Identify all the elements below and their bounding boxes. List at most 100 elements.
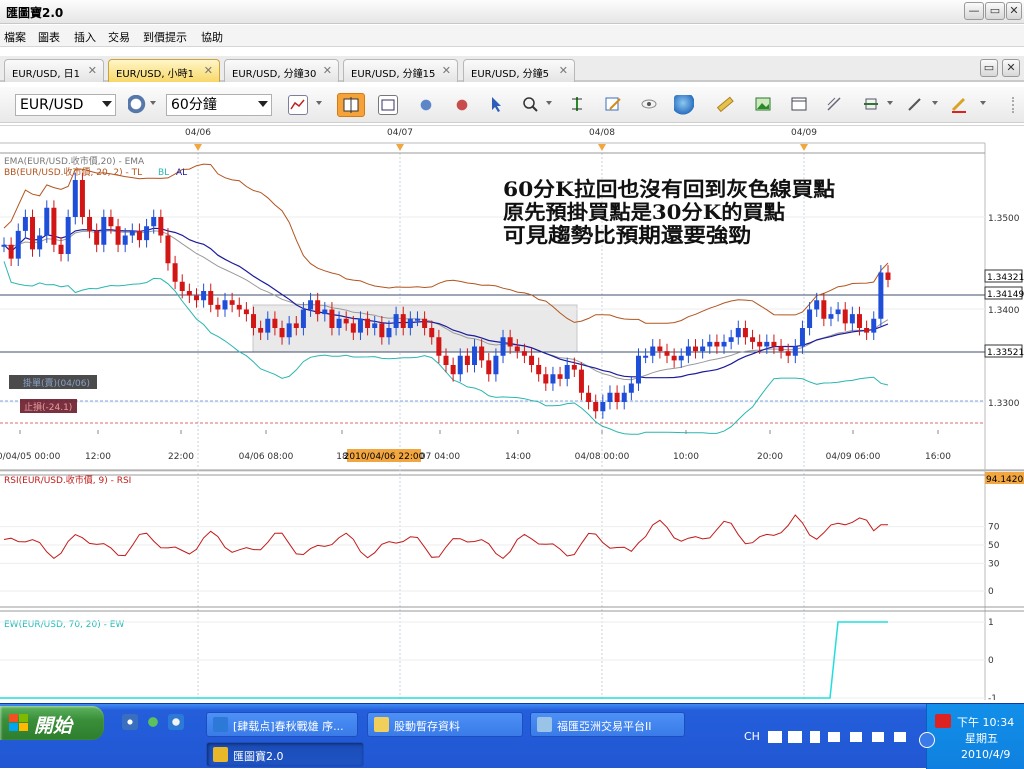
close-tab-icon[interactable]: ✕ bbox=[88, 64, 97, 77]
candle-up bbox=[764, 341, 770, 347]
bar-chart-icon[interactable] bbox=[337, 93, 365, 117]
candle-down bbox=[464, 355, 470, 365]
ruler-icon[interactable] bbox=[716, 95, 736, 115]
chart-type-icon[interactable] bbox=[288, 95, 308, 115]
ew-tick: 0 bbox=[988, 656, 994, 666]
window-chart-icon[interactable] bbox=[790, 95, 810, 115]
close-tab-icon[interactable]: ✕ bbox=[204, 64, 213, 77]
chevron-down-icon[interactable] bbox=[932, 101, 938, 105]
close-button[interactable]: ✕ bbox=[1006, 2, 1022, 20]
restore-button[interactable]: ▭ bbox=[985, 2, 1005, 20]
chevron-down-icon[interactable] bbox=[546, 101, 552, 105]
candle-up bbox=[44, 207, 50, 236]
tab-eurusd-m15[interactable]: EUR/USD, 分鐘15 ✕ bbox=[343, 59, 458, 82]
ie-quicklaunch-icon[interactable] bbox=[168, 714, 184, 730]
menu-file[interactable]: 檔案 bbox=[4, 29, 26, 45]
menu-bar: 檔案 圖表 插入 交易 到價提示 協助 bbox=[0, 25, 1024, 47]
chevron-down-icon[interactable] bbox=[316, 101, 322, 105]
candle-up bbox=[151, 217, 157, 227]
clock-date: 2010/4/9 bbox=[961, 748, 1011, 761]
globe-icon[interactable] bbox=[674, 95, 694, 115]
candle-down bbox=[115, 226, 121, 245]
period-value: 60分鐘 bbox=[171, 97, 217, 113]
windows-logo-icon bbox=[9, 714, 28, 731]
candle-down bbox=[94, 230, 100, 245]
candle-down bbox=[885, 272, 891, 280]
candle-down bbox=[614, 392, 620, 402]
windows-taskbar: 開始 [肆载点]春秋戰雄 序... 股動暫存資料 福匯亞洲交易平台II 匯圖寶2… bbox=[0, 703, 1024, 769]
tab-eurusd-m5[interactable]: EUR/USD, 分鐘5 ✕ bbox=[463, 59, 575, 82]
period-select[interactable]: 60分鐘 bbox=[166, 94, 272, 116]
ema-legend: EMA(EUR/USD.收市價,20) - EMA bbox=[4, 155, 145, 167]
taskbar-item-chart-app[interactable]: 匯圖寶2.0 bbox=[206, 742, 364, 767]
chevron-down-icon[interactable] bbox=[150, 101, 156, 105]
menu-price-alert[interactable]: 到價提示 bbox=[143, 29, 187, 45]
candle-down bbox=[429, 328, 435, 338]
time-tick: 14:00 bbox=[505, 452, 531, 462]
eye-icon[interactable] bbox=[640, 95, 660, 115]
taskbar-item-trading[interactable]: 福匯亞洲交易平台II bbox=[530, 712, 685, 737]
horizontal-line-icon[interactable] bbox=[862, 95, 882, 115]
toolbar-grip[interactable] bbox=[1012, 97, 1018, 113]
edit-chart-icon[interactable] bbox=[604, 95, 624, 115]
candle-up bbox=[700, 346, 706, 352]
notification-icon[interactable] bbox=[935, 714, 951, 728]
indicator-remove-icon[interactable] bbox=[452, 95, 472, 115]
candle-up bbox=[72, 180, 78, 217]
language-indicator[interactable]: CH bbox=[744, 730, 760, 743]
price-tick: 1.3300 bbox=[988, 399, 1020, 409]
chevron-down-icon[interactable] bbox=[980, 101, 986, 105]
taskbar-item-browser[interactable]: [肆载点]春秋戰雄 序... bbox=[206, 712, 358, 737]
candle-up bbox=[799, 328, 805, 347]
menu-insert[interactable]: 插入 bbox=[74, 29, 96, 45]
pen-icon[interactable] bbox=[906, 95, 926, 115]
candle-down bbox=[436, 337, 442, 356]
candle-down bbox=[543, 374, 549, 384]
candle-up bbox=[628, 383, 634, 393]
chevron-down-icon[interactable] bbox=[887, 101, 893, 105]
cursor-icon[interactable] bbox=[487, 95, 507, 115]
line-chart-icon[interactable] bbox=[378, 95, 398, 115]
zoom-tool-icon[interactable] bbox=[128, 95, 148, 115]
candle-up bbox=[500, 337, 506, 356]
candle-down bbox=[486, 360, 492, 375]
tray-expand-icon[interactable] bbox=[919, 732, 935, 748]
taskbar-item-folder[interactable]: 股動暫存資料 bbox=[367, 712, 523, 737]
menu-help[interactable]: 協助 bbox=[201, 29, 223, 45]
tab-close-button[interactable]: ✕ bbox=[1002, 59, 1020, 77]
start-button[interactable]: 開始 bbox=[0, 706, 104, 740]
tab-eurusd-d1[interactable]: EUR/USD, 日1 ✕ bbox=[4, 59, 104, 82]
menu-trade[interactable]: 交易 bbox=[108, 29, 130, 45]
tab-label: EUR/USD, 小時1 bbox=[116, 69, 195, 80]
color-pen-icon[interactable] bbox=[950, 95, 970, 115]
ime-toolbar[interactable] bbox=[766, 729, 906, 745]
close-tab-icon[interactable]: ✕ bbox=[442, 64, 451, 77]
candle-down bbox=[30, 217, 36, 250]
zoom-in-icon[interactable] bbox=[521, 95, 541, 115]
clock-time[interactable]: 下午 10:34 bbox=[957, 714, 1014, 730]
close-tab-icon[interactable]: ✕ bbox=[559, 64, 568, 77]
tab-restore-button[interactable]: ▭ bbox=[980, 59, 998, 77]
image-icon[interactable] bbox=[754, 95, 774, 115]
candle-up bbox=[472, 346, 478, 365]
close-tab-icon[interactable]: ✕ bbox=[323, 64, 332, 77]
desktop-quicklaunch-icon[interactable] bbox=[122, 714, 138, 730]
candle-up bbox=[728, 337, 734, 342]
chart-area[interactable]: 04/06 04/07 04/08 04/09 EMA(EUR/USD.收市價,20)… bbox=[0, 125, 1024, 700]
time-tick: 20:00 bbox=[757, 452, 783, 462]
symbol-select[interactable]: EUR/USD bbox=[15, 94, 116, 116]
crosshair-icon[interactable] bbox=[568, 95, 588, 115]
candle-up bbox=[721, 341, 727, 347]
candle-up bbox=[493, 355, 499, 375]
minimize-button[interactable]: — bbox=[964, 2, 984, 20]
menu-chart[interactable]: 圖表 bbox=[38, 29, 60, 45]
candle-down bbox=[693, 346, 699, 352]
draw-line-icon[interactable] bbox=[825, 95, 845, 115]
indicator-add-icon[interactable] bbox=[416, 95, 436, 115]
tab-label: EUR/USD, 分鐘30 bbox=[232, 69, 317, 80]
tab-eurusd-h1[interactable]: EUR/USD, 小時1 ✕ bbox=[108, 59, 220, 82]
candle-down bbox=[400, 314, 406, 328]
messenger-quicklaunch-icon[interactable] bbox=[145, 714, 161, 730]
candle-up bbox=[685, 346, 691, 356]
tab-eurusd-m30[interactable]: EUR/USD, 分鐘30 ✕ bbox=[224, 59, 339, 82]
